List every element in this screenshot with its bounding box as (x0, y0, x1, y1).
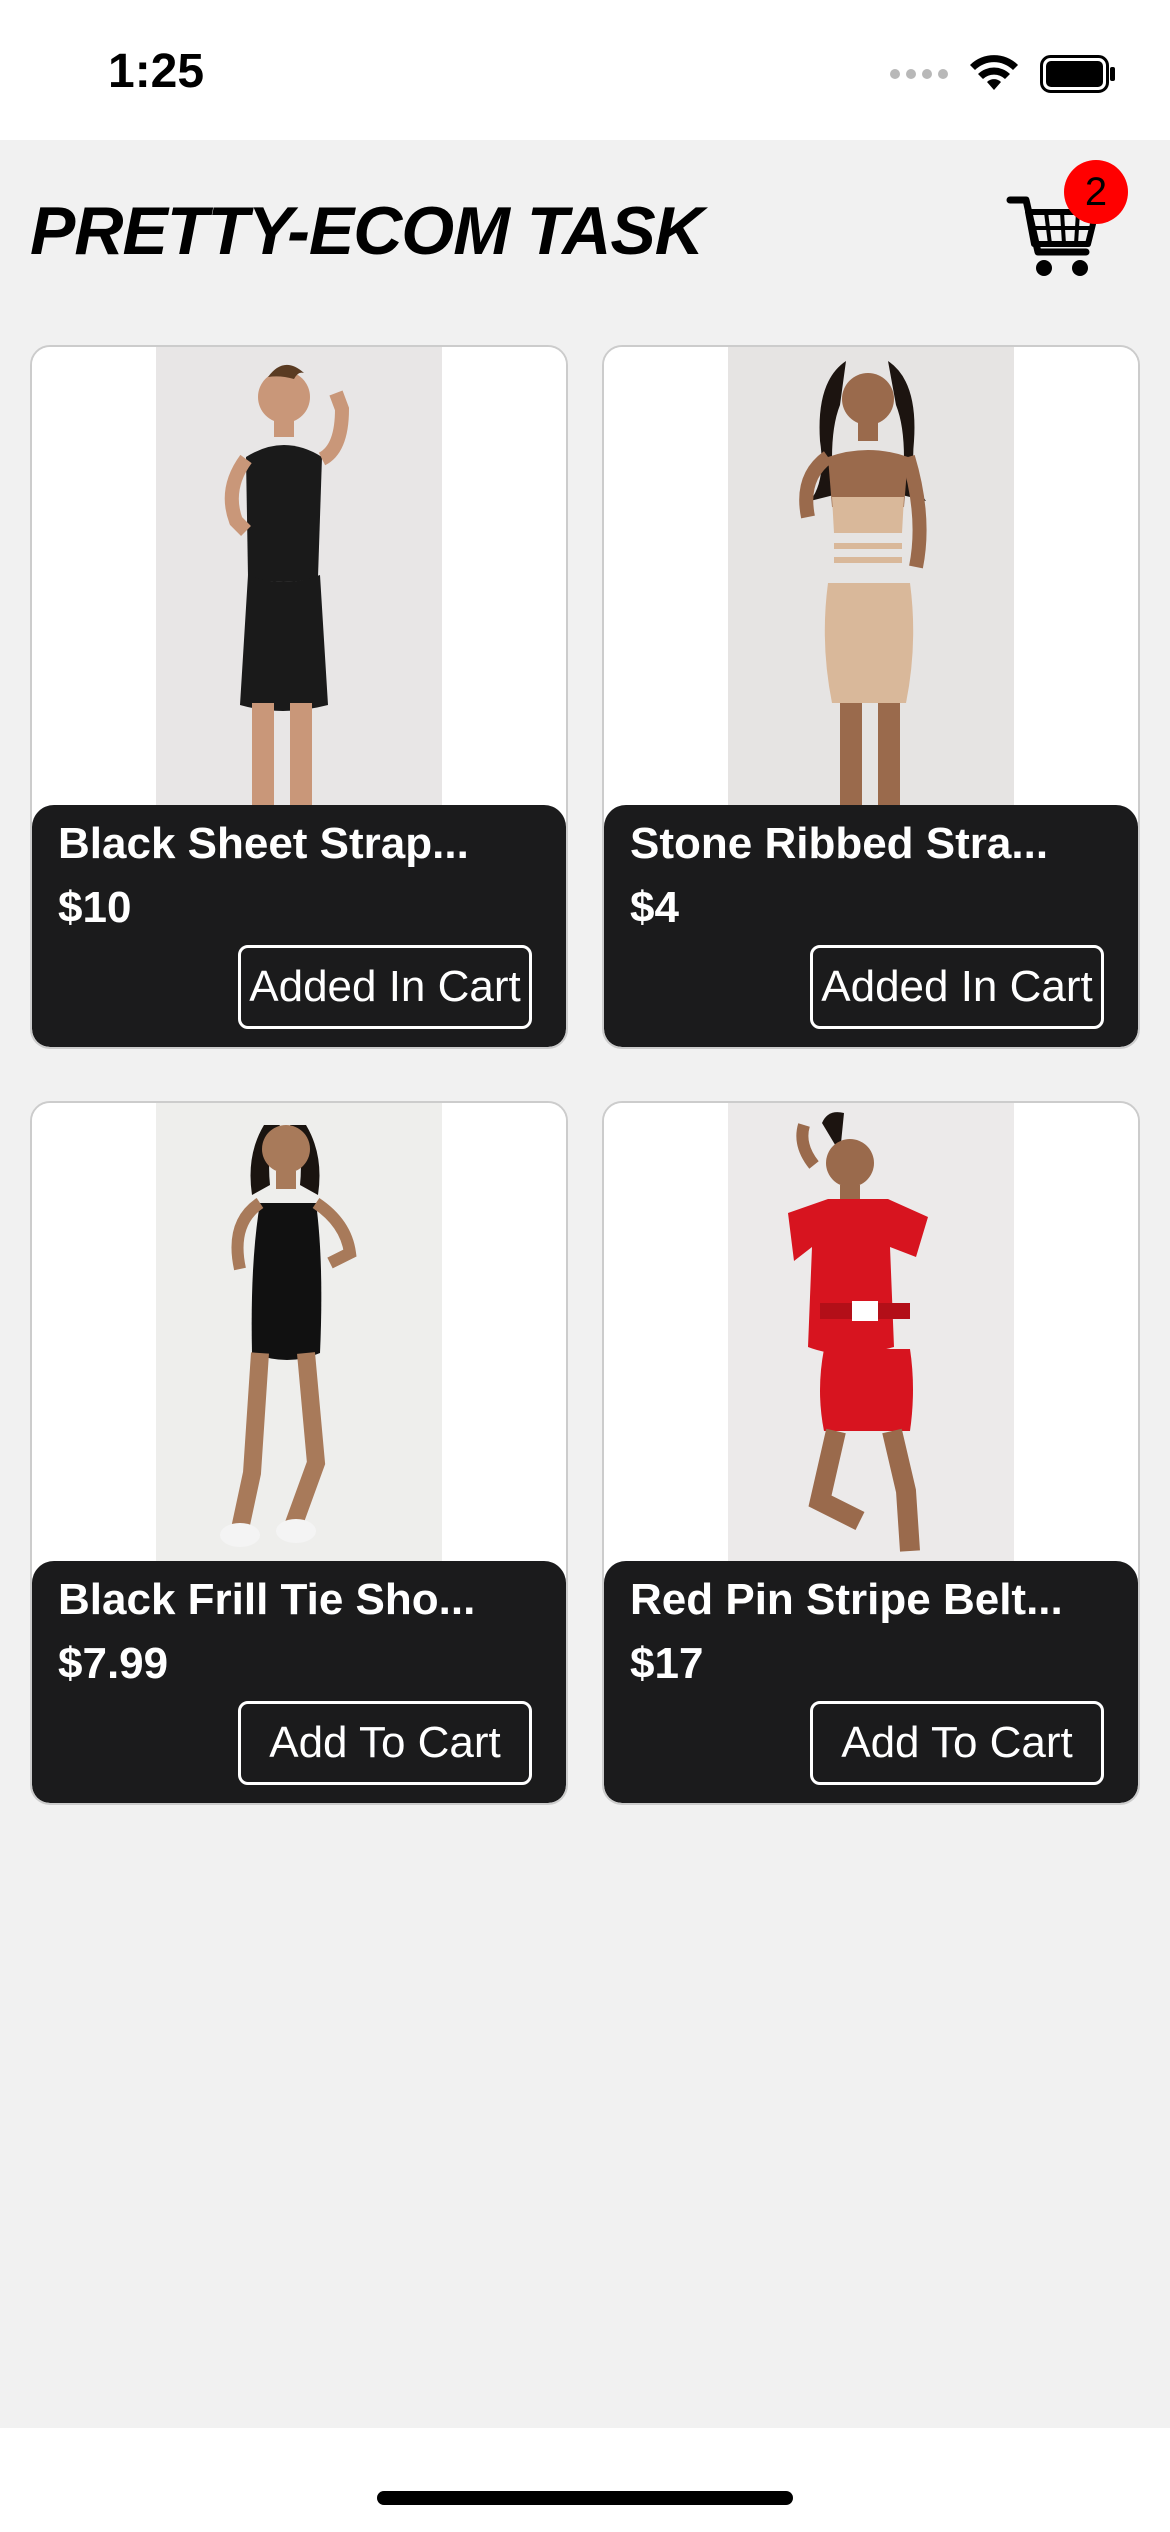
status-bar: 1:25 (0, 0, 1170, 140)
product-info: Stone Ribbed Stra... $4 Added In Cart (604, 805, 1138, 1047)
product-name: Black Sheet Strap... (58, 819, 469, 868)
add-to-cart-button[interactable]: Add To Cart (810, 1701, 1104, 1785)
product-price: $4 (630, 883, 679, 932)
app-title: PRETTY-ECOM TASK (30, 193, 704, 269)
product-grid: Black Sheet Strap... $10 Added In Cart S… (30, 345, 1140, 1805)
home-indicator-area (0, 2428, 1170, 2532)
product-card[interactable]: Black Frill Tie Sho... $7.99 Add To Cart (30, 1101, 568, 1805)
product-info: Red Pin Stripe Belt... $17 Add To Cart (604, 1561, 1138, 1803)
product-name: Black Frill Tie Sho... (58, 1575, 476, 1624)
product-price: $7.99 (58, 1639, 169, 1688)
product-image (32, 347, 566, 805)
product-price: $17 (630, 1639, 704, 1688)
product-image (604, 347, 1138, 805)
status-time: 1:25 (108, 45, 205, 98)
cellular-signal-icon (890, 69, 948, 79)
product-name: Red Pin Stripe Belt... (630, 1575, 1063, 1624)
home-indicator[interactable] (377, 2491, 793, 2505)
product-image (32, 1103, 566, 1561)
product-info: Black Frill Tie Sho... $7.99 Add To Cart (32, 1561, 566, 1803)
added-in-cart-button[interactable]: Added In Cart (238, 945, 532, 1029)
product-card[interactable]: Red Pin Stripe Belt... $17 Add To Cart (602, 1101, 1140, 1805)
cart-count-badge: 2 (1064, 160, 1128, 224)
product-name: Stone Ribbed Stra... (630, 819, 1049, 868)
product-card[interactable]: Stone Ribbed Stra... $4 Added In Cart (602, 345, 1140, 1049)
product-price: $10 (58, 883, 132, 932)
product-card[interactable]: Black Sheet Strap... $10 Added In Cart (30, 345, 568, 1049)
product-info: Black Sheet Strap... $10 Added In Cart (32, 805, 566, 1047)
app-header: PRETTY-ECOM TASK (0, 140, 1170, 320)
battery-icon (1040, 55, 1115, 93)
product-image (604, 1103, 1138, 1561)
wifi-icon (970, 55, 1018, 90)
added-in-cart-button[interactable]: Added In Cart (810, 945, 1104, 1029)
add-to-cart-button[interactable]: Add To Cart (238, 1701, 532, 1785)
status-icons (890, 52, 1116, 96)
